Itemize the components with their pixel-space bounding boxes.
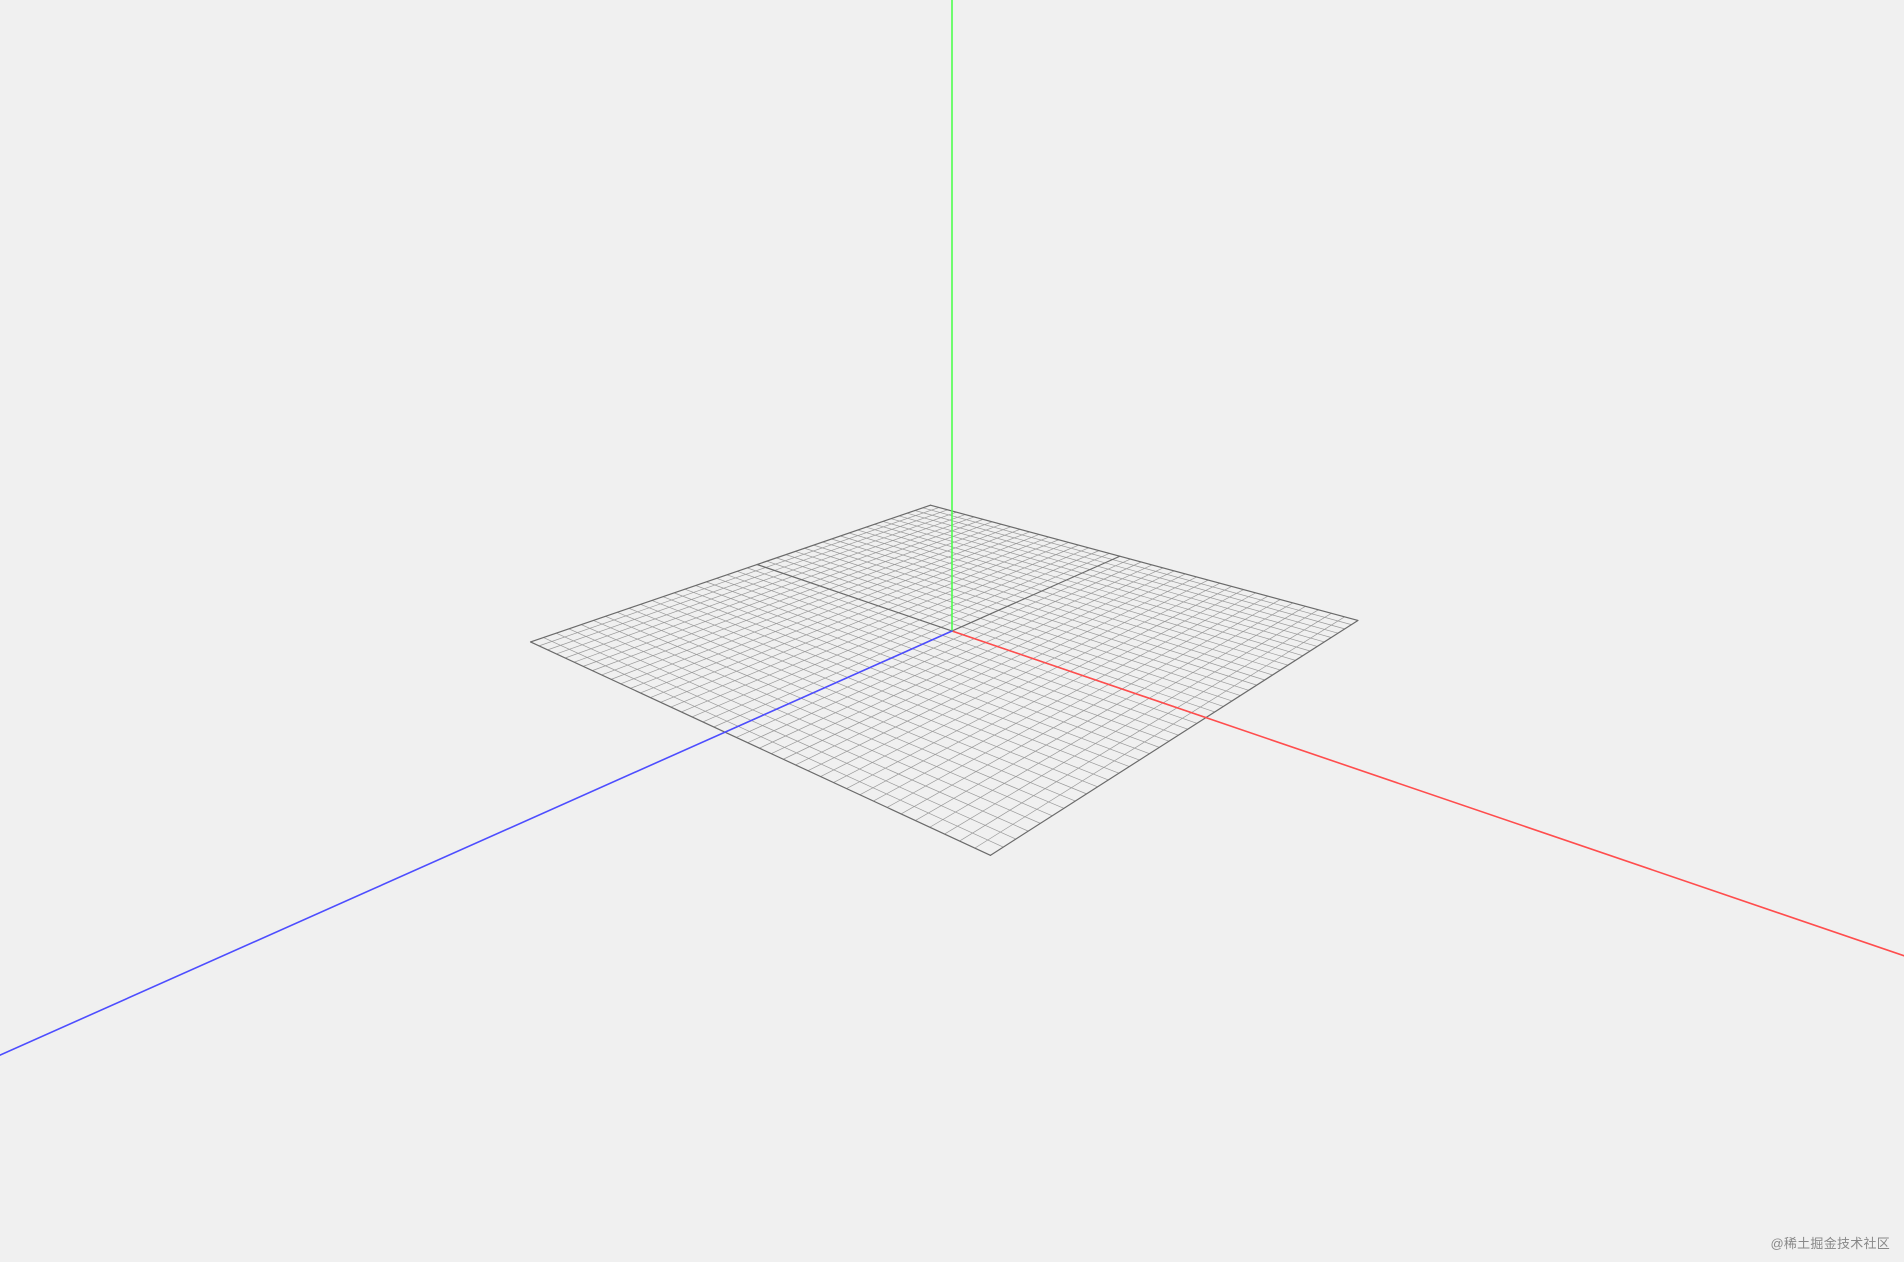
axis-gizmo [0, 0, 1904, 1100]
grid-major-lines [531, 505, 1358, 855]
watermark-text: @稀土掘金技术社区 [1770, 1233, 1890, 1252]
scene-canvas[interactable] [0, 0, 1904, 1262]
grid-minor-lines [539, 508, 1351, 849]
3d-viewport[interactable]: @稀土掘金技术社区 [0, 0, 1904, 1262]
